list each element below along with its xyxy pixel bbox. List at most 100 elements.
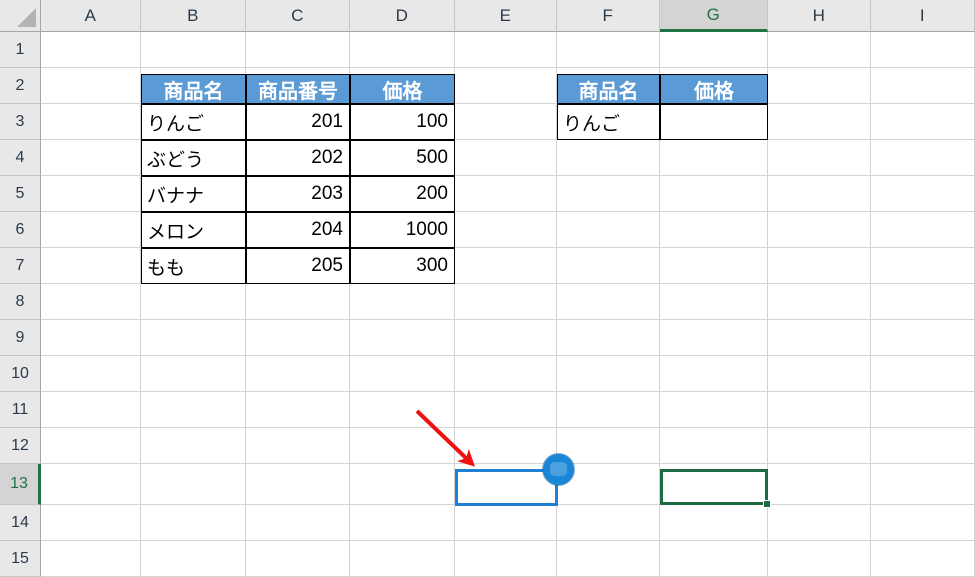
cell-d3[interactable]: 100	[350, 104, 455, 140]
column-header-label: E	[499, 5, 512, 25]
row-header-3[interactable]: 3	[0, 104, 41, 140]
column-header-label: H	[812, 5, 826, 25]
cell-g3[interactable]	[660, 104, 768, 140]
cell-text: 商品番号	[258, 80, 338, 103]
cell-c5[interactable]: 203	[246, 176, 350, 212]
row-header-label: 5	[15, 184, 25, 202]
cell-b6[interactable]: メロン	[141, 212, 246, 248]
fill-handle[interactable]	[763, 500, 771, 508]
column-header-label: I	[919, 5, 926, 25]
column-header-label: F	[602, 5, 614, 25]
row-header-8[interactable]: 8	[0, 284, 41, 320]
select-all-triangle-icon	[17, 8, 36, 27]
row-header-13[interactable]: 13	[0, 464, 41, 505]
row-header-6[interactable]: 6	[0, 212, 41, 248]
cell-d5[interactable]: 200	[350, 176, 455, 212]
column-header-label: D	[395, 5, 409, 25]
row-header-label: 11	[11, 400, 29, 418]
cell-b5[interactable]: バナナ	[141, 176, 246, 212]
cell-d4[interactable]: 500	[350, 140, 455, 176]
cell-b4[interactable]: ぶどう	[141, 140, 246, 176]
cell-text: りんご	[147, 113, 205, 135]
row-header-14[interactable]: 14	[0, 505, 41, 541]
row-header-12[interactable]: 12	[0, 428, 41, 464]
row-header-label: 14	[11, 513, 29, 531]
column-header-label: G	[706, 4, 721, 24]
column-header-c[interactable]: C	[246, 0, 350, 32]
cell-c6[interactable]: 204	[246, 212, 350, 248]
row-header-11[interactable]: 11	[0, 392, 41, 428]
cell-text: 価格	[382, 80, 423, 103]
cell-text: りんご	[563, 113, 621, 135]
row-header-label: 1	[15, 40, 25, 58]
cell-b3[interactable]: りんご	[141, 104, 246, 140]
row-header-label: 2	[15, 76, 25, 94]
cell-c7[interactable]: 205	[246, 248, 350, 284]
cell-text: 500	[416, 147, 448, 168]
cell-b2[interactable]: 商品名	[141, 74, 246, 104]
cell-text: 201	[311, 111, 343, 132]
cell-text: 商品名	[578, 80, 639, 103]
gridline-horizontal	[41, 427, 975, 428]
row-header-15[interactable]: 15	[0, 541, 41, 577]
column-header-f[interactable]: F	[557, 0, 660, 32]
cell-text: 203	[311, 183, 343, 204]
cell-text: 202	[311, 147, 343, 168]
column-header-h[interactable]: H	[768, 0, 871, 32]
row-header-label: 6	[15, 220, 25, 238]
row-header-label: 7	[15, 256, 25, 274]
cell-text: 204	[311, 219, 343, 240]
cell-g2[interactable]: 価格	[660, 74, 768, 104]
column-header-i[interactable]: I	[871, 0, 975, 32]
row-header-label: 8	[15, 292, 25, 310]
row-header-2[interactable]: 2	[0, 68, 41, 104]
row-header-label: 4	[15, 148, 25, 166]
column-header-g[interactable]: G	[660, 0, 768, 32]
cell-text: 1000	[405, 219, 448, 240]
spreadsheet-grid[interactable]: A B C D E F G H I 1 2 3 4 5 6 7 8 9 10 1…	[0, 0, 975, 577]
column-header-b[interactable]: B	[141, 0, 246, 32]
gridline-horizontal	[41, 391, 975, 392]
row-header-label: 13	[10, 475, 28, 492]
row-header-1[interactable]: 1	[0, 32, 41, 68]
row-header-label: 12	[11, 436, 29, 454]
row-header-label: 10	[11, 364, 29, 382]
cell-text: バナナ	[147, 185, 205, 207]
cell-text: もも	[147, 257, 186, 279]
cell-d6[interactable]: 1000	[350, 212, 455, 248]
gridline-horizontal	[41, 67, 975, 68]
cell-f3[interactable]: りんご	[557, 104, 660, 140]
cell-d2[interactable]: 価格	[350, 74, 455, 104]
column-header-a[interactable]: A	[41, 0, 141, 32]
column-header-label: A	[84, 5, 97, 25]
row-header-5[interactable]: 5	[0, 176, 41, 212]
row-header-4[interactable]: 4	[0, 140, 41, 176]
gridline-horizontal	[41, 463, 975, 464]
cell-text: メロン	[147, 221, 205, 243]
cell-f2[interactable]: 商品名	[557, 74, 660, 104]
gridline-horizontal	[41, 319, 975, 320]
select-all-button[interactable]	[0, 0, 41, 32]
cell-c4[interactable]: 202	[246, 140, 350, 176]
row-header-9[interactable]: 9	[0, 320, 41, 356]
column-header-d[interactable]: D	[350, 0, 455, 32]
cell-c2[interactable]: 商品番号	[246, 74, 350, 104]
row-header-7[interactable]: 7	[0, 248, 41, 284]
active-cell-g13[interactable]	[660, 469, 768, 505]
gridline-horizontal	[41, 540, 975, 541]
cell-text: 100	[416, 111, 448, 132]
row-header-label: 15	[11, 549, 29, 567]
cell-text: 300	[416, 255, 448, 276]
gridline-vertical	[870, 32, 871, 577]
column-header-label: B	[187, 5, 199, 25]
column-header-label: C	[291, 5, 304, 25]
mouse-cursor-indicator	[543, 454, 574, 485]
column-header-e[interactable]: E	[455, 0, 557, 32]
cell-text: 商品名	[163, 80, 224, 103]
highlight-rectangle-e13	[455, 469, 558, 506]
cell-c3[interactable]: 201	[246, 104, 350, 140]
cell-b7[interactable]: もも	[141, 248, 246, 284]
cell-d7[interactable]: 300	[350, 248, 455, 284]
gridline-horizontal	[41, 355, 975, 356]
row-header-10[interactable]: 10	[0, 356, 41, 392]
